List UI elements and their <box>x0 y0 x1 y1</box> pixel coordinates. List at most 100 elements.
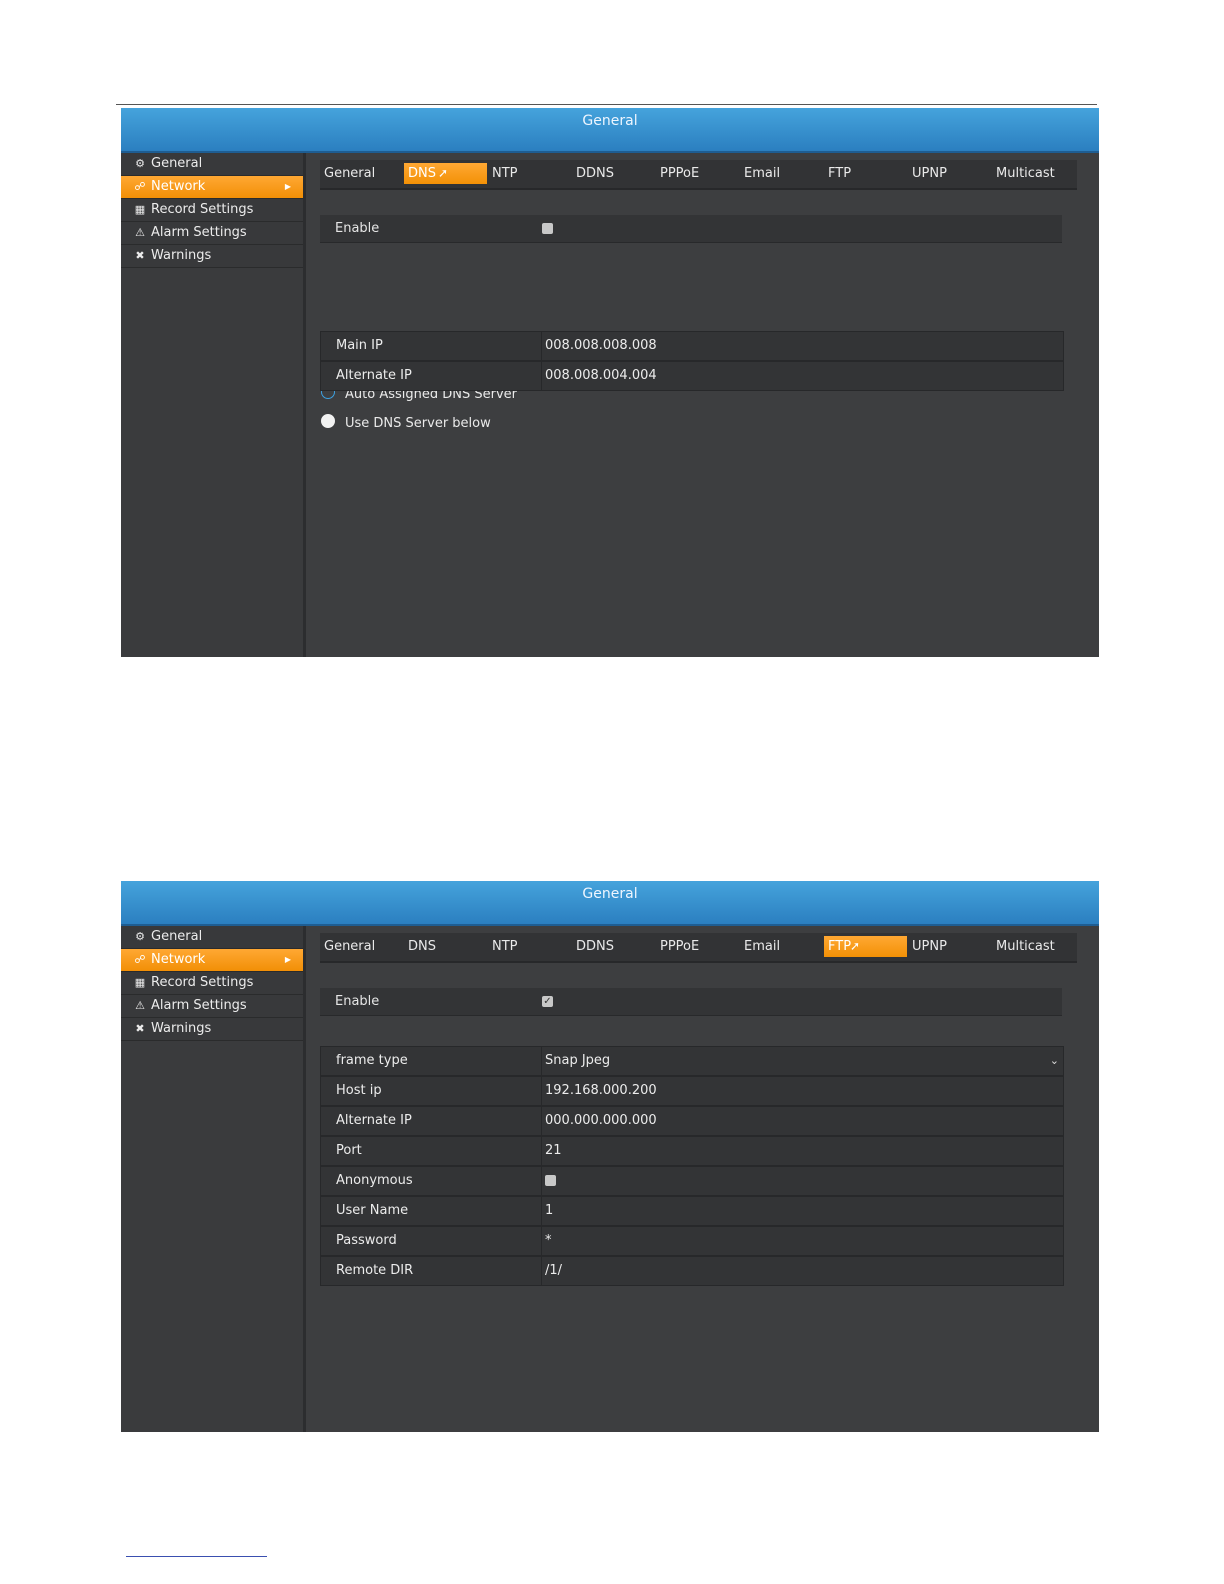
sidebar-item-network[interactable]: ☍ Network ▶ <box>121 176 303 199</box>
remote-dir-field[interactable]: /1/ <box>541 1257 1063 1285</box>
enable-label: Enable <box>335 994 380 1009</box>
sidebar-item-label: Warnings <box>151 1021 212 1036</box>
mouse-cursor-icon: ➚ <box>438 166 449 180</box>
host-ip-field[interactable]: 192.168.000.200 <box>541 1077 1063 1105</box>
tab-pppoe[interactable]: PPPoE <box>656 936 699 957</box>
sidebar-item-alarm-settings[interactable]: ⚠ Alarm Settings <box>121 222 303 245</box>
dns-settings-window: General ⚙ General ☍ Network ▶ ▦ Record Setti… <box>121 108 1099 657</box>
tab-email[interactable]: Email <box>740 163 780 184</box>
network-icon: ☍ <box>134 180 146 193</box>
chevron-right-icon: ▶ <box>284 182 291 191</box>
main-ip-label: Main IP <box>336 338 383 353</box>
password-label: Password <box>336 1233 397 1248</box>
sidebar-item-label: Network <box>151 952 206 967</box>
remote-dir-label: Remote DIR <box>336 1263 414 1278</box>
sidebar-item-warnings[interactable]: ✖ Warnings <box>121 245 303 268</box>
sidebar-item-record-settings[interactable]: ▦ Record Settings <box>121 972 303 995</box>
tab-multicast[interactable]: Multicast <box>992 163 1055 184</box>
table-row: Password * <box>321 1227 1063 1257</box>
tab-bar: General DNS NTP DDNS PPPoE Email FTP UPN… <box>320 933 1077 963</box>
alternate-ip-label: Alternate IP <box>336 368 412 383</box>
sidebar-item-network[interactable]: ☍ Network ▶ <box>121 949 303 972</box>
manual-dns-radio[interactable] <box>321 414 335 428</box>
tab-ntp[interactable]: NTP <box>488 936 518 957</box>
tab-upnp[interactable]: UPNP <box>908 163 947 184</box>
table-row: Host ip 192.168.000.200 <box>321 1077 1063 1107</box>
sidebar-item-label: Alarm Settings <box>151 998 247 1013</box>
frame-type-value: Snap Jpeg <box>545 1053 611 1068</box>
window-title: General <box>121 108 1099 153</box>
tab-ftp[interactable]: FTP <box>824 163 851 184</box>
tab-email[interactable]: Email <box>740 936 780 957</box>
main-ip-field[interactable]: 008.008.008.008 <box>541 332 1063 360</box>
sidebar-item-warnings[interactable]: ✖ Warnings <box>121 1018 303 1041</box>
frame-type-select[interactable]: Snap Jpeg ⌄ <box>541 1047 1063 1075</box>
sidebar-item-general[interactable]: ⚙ General <box>121 153 303 176</box>
tab-ddns[interactable]: DDNS <box>572 936 614 957</box>
sidebar-item-label: General <box>151 929 203 944</box>
enable-label: Enable <box>335 221 380 236</box>
table-row: Alternate IP 000.000.000.000 <box>321 1107 1063 1137</box>
ftp-settings-window: General ⚙ General ☍ Network ▶ ▦ Record Setti… <box>121 881 1099 1432</box>
sidebar-item-label: Record Settings <box>151 202 254 217</box>
sidebar-item-label: Record Settings <box>151 975 254 990</box>
mouse-cursor-icon: ➚ <box>850 939 861 953</box>
anonymous-cell <box>541 1167 1063 1195</box>
ftp-settings-table: frame type Snap Jpeg ⌄ Host ip 192.168.00… <box>320 1046 1064 1286</box>
sidebar-item-general[interactable]: ⚙ General <box>121 926 303 949</box>
tab-ddns[interactable]: DDNS <box>572 163 614 184</box>
page-rule <box>116 104 1097 105</box>
tools-icon: ✖ <box>135 249 145 262</box>
tab-pppoe[interactable]: PPPoE <box>656 163 699 184</box>
tab-upnp[interactable]: UPNP <box>908 936 947 957</box>
enable-row: Enable ✓ <box>320 988 1062 1016</box>
manual-dns-label: Use DNS Server below <box>345 416 491 431</box>
alternate-ip-field[interactable]: 000.000.000.000 <box>541 1107 1063 1135</box>
port-field[interactable]: 21 <box>541 1137 1063 1165</box>
sidebar-item-record-settings[interactable]: ▦ Record Settings <box>121 199 303 222</box>
tab-ntp[interactable]: NTP <box>488 163 518 184</box>
sidebar-item-alarm-settings[interactable]: ⚠ Alarm Settings <box>121 995 303 1018</box>
table-row: Main IP 008.008.008.008 <box>321 332 1063 362</box>
tab-dns[interactable]: DNS <box>404 936 436 957</box>
chevron-right-icon: ▶ <box>284 955 291 964</box>
warning-triangle-icon: ⚠ <box>135 226 145 239</box>
warning-triangle-icon: ⚠ <box>135 999 145 1012</box>
table-row: Remote DIR /1/ <box>321 1257 1063 1285</box>
sidebar-item-label: Alarm Settings <box>151 225 247 240</box>
dns-server-table: Main IP 008.008.008.008 Alternate IP 008… <box>320 331 1064 391</box>
content-area: General DNS NTP DDNS PPPoE Email FTP UPN… <box>306 926 1099 1432</box>
film-icon: ▦ <box>134 203 146 216</box>
film-icon: ▦ <box>134 976 146 989</box>
sidebar: ⚙ General ☍ Network ▶ ▦ Record Settings ⚠ Ala… <box>121 153 306 657</box>
anonymous-checkbox[interactable] <box>545 1175 556 1186</box>
user-name-label: User Name <box>336 1203 409 1218</box>
tab-general[interactable]: General <box>320 936 375 957</box>
user-name-field[interactable]: 1 <box>541 1197 1063 1225</box>
sidebar-item-label: Network <box>151 179 206 194</box>
enable-row: Enable <box>320 215 1062 243</box>
sidebar-item-label: General <box>151 156 203 171</box>
tools-icon: ✖ <box>135 1022 145 1035</box>
enable-checkbox[interactable]: ✓ <box>542 996 553 1007</box>
alternate-ip-field[interactable]: 008.008.004.004 <box>541 362 1063 390</box>
table-row: Anonymous <box>321 1167 1063 1197</box>
gear-icon: ⚙ <box>135 930 145 943</box>
footer-link-underline <box>126 1556 267 1557</box>
anonymous-label: Anonymous <box>336 1173 413 1188</box>
content-area: General DNS NTP DDNS PPPoE Email FTP UPN… <box>306 153 1099 657</box>
tab-multicast[interactable]: Multicast <box>992 936 1055 957</box>
table-row: Port 21 <box>321 1137 1063 1167</box>
tab-ftp[interactable]: FTP <box>824 936 907 957</box>
enable-checkbox[interactable] <box>542 223 553 234</box>
sidebar-item-label: Warnings <box>151 248 212 263</box>
tab-general[interactable]: General <box>320 163 375 184</box>
table-row: User Name 1 <box>321 1197 1063 1227</box>
frame-type-label: frame type <box>336 1053 408 1068</box>
table-row: frame type Snap Jpeg ⌄ <box>321 1047 1063 1077</box>
gear-icon: ⚙ <box>135 157 145 170</box>
window-title: General <box>121 881 1099 926</box>
network-icon: ☍ <box>134 953 146 966</box>
table-row: Alternate IP 008.008.004.004 <box>321 362 1063 390</box>
password-field[interactable]: * <box>541 1227 1063 1255</box>
